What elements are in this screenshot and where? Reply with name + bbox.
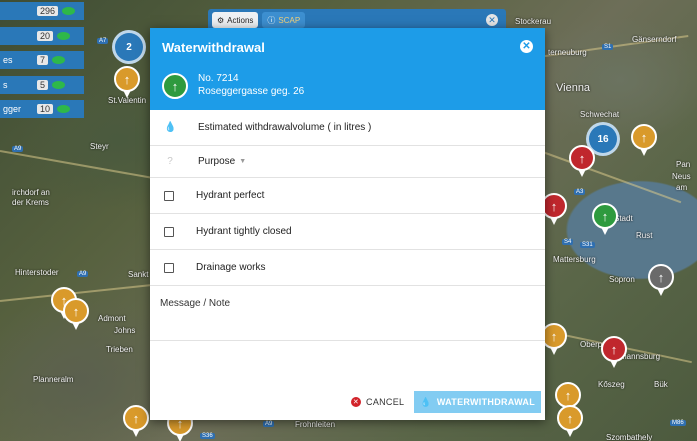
message-field[interactable]: Message / Note <box>150 286 545 341</box>
dialog-title: Waterwithdrawal <box>162 40 265 55</box>
hydrant-perfect-checkbox[interactable] <box>164 190 174 201</box>
map-label: der Krems <box>12 198 49 207</box>
eye-icon[interactable] <box>62 7 76 15</box>
layer-counter[interactable]: s 5 <box>0 76 84 94</box>
help-icon: ? <box>167 156 173 167</box>
hydrant-closed-checkbox-row[interactable]: Hydrant tightly closed <box>150 214 545 250</box>
map-label: Trieben <box>106 345 133 354</box>
purpose-select[interactable]: ? Purpose ▼ <box>150 146 545 178</box>
map-label: terneuburg <box>548 48 587 57</box>
map-label: Frohnleiten <box>295 420 336 429</box>
scap-button[interactable]: ⓘ SCAP <box>262 12 306 28</box>
hydrant-marker[interactable]: ↑ <box>63 298 89 330</box>
map-label: Vienna <box>556 82 591 94</box>
dialog-header: Waterwithdrawal ✕ ↑ No. 7214 Roseggergas… <box>150 28 545 110</box>
info-icon: ⓘ <box>267 15 276 25</box>
layer-count: 5 <box>37 80 49 90</box>
volume-field[interactable]: 💧 Estimated withdrawalvolume ( in litres… <box>150 110 545 146</box>
hydrant-perfect-label: Hydrant perfect <box>196 190 265 201</box>
eye-icon[interactable] <box>52 81 66 89</box>
map-label: am <box>676 183 688 192</box>
map-label: Planneralm <box>33 375 74 384</box>
map-label: Schwechat <box>580 110 620 119</box>
map-label: Rust <box>636 231 653 240</box>
message-placeholder: Message / Note <box>160 298 231 309</box>
close-icon[interactable]: ✕ <box>486 14 498 26</box>
hydrant-address: Roseggergasse geg. 26 <box>198 86 305 97</box>
map-label: Oberp <box>580 340 603 349</box>
map-label: Bük <box>654 380 668 389</box>
hydrant-marker[interactable]: ↑ <box>557 405 583 437</box>
layer-counter[interactable]: gger 10 <box>0 100 84 118</box>
drainage-checkbox-row[interactable]: Drainage works <box>150 250 545 286</box>
map-label: Johns <box>114 326 136 335</box>
hydrant-marker[interactable]: ↑ <box>123 405 149 437</box>
water-drop-icon: 💧 <box>420 396 432 407</box>
drainage-checkbox[interactable] <box>164 262 174 273</box>
cancel-button[interactable]: ✕ CANCEL <box>351 397 404 407</box>
actions-label: Actions <box>227 15 254 25</box>
hydrant-marker[interactable]: ↑ <box>114 66 140 98</box>
map-label: Steyr <box>90 142 109 151</box>
layer-count: 20 <box>37 31 54 41</box>
close-icon[interactable]: ✕ <box>520 40 533 53</box>
waterwithdrawal-button[interactable]: 💧 WATERWITHDRAWAL <box>414 391 541 413</box>
waterwithdrawal-dialog: Waterwithdrawal ✕ ↑ No. 7214 Roseggergas… <box>150 28 545 420</box>
map-label: irchdorf an <box>12 188 50 197</box>
cluster-marker[interactable]: 2 <box>112 30 146 64</box>
layer-count: 7 <box>37 55 49 65</box>
layer-label: es <box>3 55 13 65</box>
hydrant-marker[interactable]: ↑ <box>569 145 595 177</box>
eye-icon[interactable] <box>57 32 71 40</box>
map-label: Sankt <box>128 270 149 279</box>
hydrant-marker[interactable]: ↑ <box>631 124 657 156</box>
hydrant-closed-checkbox[interactable] <box>164 226 174 237</box>
layer-counter[interactable]: 296 <box>0 2 84 20</box>
submit-label: WATERWITHDRAWAL <box>436 397 535 407</box>
hydrant-marker[interactable]: ↑ <box>601 336 627 368</box>
water-drop-icon: 💧 <box>164 122 177 133</box>
layer-counter[interactable]: es 7 <box>0 51 84 69</box>
hydrant-closed-label: Hydrant tightly closed <box>196 226 292 237</box>
map-label: Gänserndorf <box>632 35 677 44</box>
chevron-down-icon: ▼ <box>239 158 247 165</box>
dialog-footer: ✕ CANCEL 💧 WATERWITHDRAWAL <box>150 384 545 420</box>
actions-button[interactable]: ⚙ Actions <box>212 12 259 28</box>
layer-label: gger <box>3 104 22 114</box>
map-label: Szombathely <box>606 433 653 441</box>
cancel-icon: ✕ <box>351 397 362 407</box>
hydrant-marker[interactable]: ↑ <box>592 203 618 235</box>
map-label: Kőszeg <box>598 380 625 389</box>
hydrant-icon: ↑ <box>162 73 188 99</box>
map-label: Admont <box>98 314 126 323</box>
scap-label: SCAP <box>278 15 301 25</box>
gear-icon: ⚙ <box>217 15 225 25</box>
map-label: Stockerau <box>515 17 552 26</box>
map-label: Sopron <box>609 275 635 284</box>
purpose-label: Purpose <box>198 156 236 167</box>
map-label: Mattersburg <box>553 255 596 264</box>
layer-label: s <box>3 80 8 90</box>
map-label: Pan <box>676 160 691 169</box>
eye-icon[interactable] <box>52 56 66 64</box>
hydrant-perfect-checkbox-row[interactable]: Hydrant perfect <box>150 178 545 214</box>
hydrant-number: No. 7214 <box>198 73 239 84</box>
drainage-label: Drainage works <box>196 262 266 273</box>
layer-count: 296 <box>37 6 59 16</box>
layer-counter[interactable]: 20 <box>0 27 84 45</box>
eye-icon[interactable] <box>57 105 71 113</box>
map-label: Neus <box>672 172 691 181</box>
volume-placeholder: Estimated withdrawalvolume ( in litres ) <box>198 122 372 133</box>
hydrant-marker[interactable]: ↑ <box>648 264 674 296</box>
cancel-label: CANCEL <box>366 397 405 407</box>
layer-count: 10 <box>37 104 54 114</box>
map-label: Hinterstoder <box>15 268 59 277</box>
